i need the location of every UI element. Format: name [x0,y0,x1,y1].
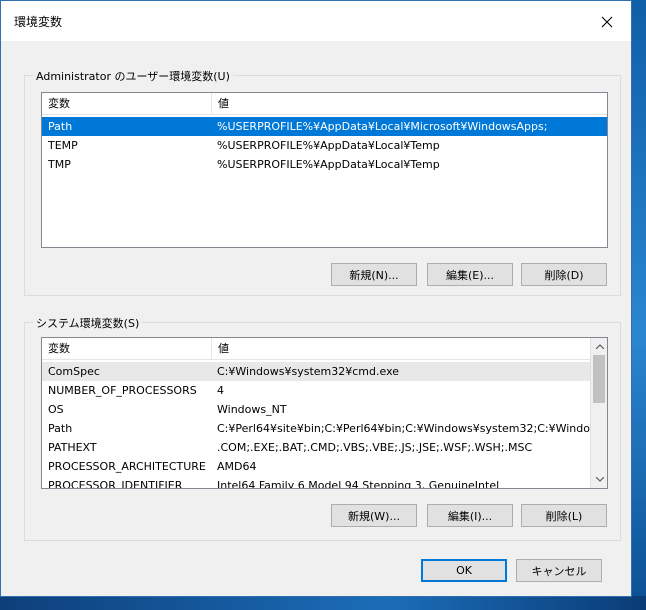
column-header-value[interactable]: 値 [212,338,607,360]
user-variable-row[interactable]: TMP %USERPROFILE%¥AppData¥Local¥Temp [42,155,607,174]
variable-name: ComSpec [48,365,100,378]
variable-value: %USERPROFILE%¥AppData¥Local¥Temp [217,139,440,152]
variable-value: 4 [217,384,224,397]
user-delete-button[interactable]: 削除(D) [521,263,607,286]
system-variable-row[interactable]: PROCESSOR_ARCHITECTURE AMD64 [42,457,591,476]
ok-button[interactable]: OK [421,559,507,582]
chevron-up-icon [595,344,604,349]
variable-name: TEMP [48,139,78,152]
variable-value: AMD64 [217,460,257,473]
system-edit-button[interactable]: 編集(I)... [427,504,513,527]
close-icon [601,16,613,28]
user-variable-row[interactable]: Path %USERPROFILE%¥AppData¥Local¥Microsof… [42,117,607,136]
user-edit-button[interactable]: 編集(E)... [427,263,513,286]
system-variable-row[interactable]: Path C:¥Perl64¥site¥bin;C:¥Perl64¥bin;C:¥… [42,419,591,438]
column-header-variable[interactable]: 変数 [42,338,212,360]
close-button[interactable] [585,7,629,37]
system-new-button[interactable]: 新規(W)... [331,504,417,527]
variable-value: %USERPROFILE%¥AppData¥Local¥Temp [217,158,440,171]
system-list-scrollbar[interactable] [590,338,607,488]
window-title: 環境変数 [14,15,63,29]
variable-name: OS [48,403,64,416]
system-variables-label: システム環境変数(S) [33,315,143,331]
scroll-down-button[interactable] [591,471,607,488]
variable-name: PROCESSOR_ARCHITECTURE [48,460,206,473]
chevron-down-icon [595,477,604,482]
variable-value: C:¥Windows¥system32¥cmd.exe [217,365,400,378]
variable-name: TMP [48,158,71,171]
variable-name: PROCESSOR_IDENTIFIER [48,479,183,489]
variable-value: .COM;.EXE;.BAT;.CMD;.VBS;.VBE;.JS;.JSE;.… [217,441,533,454]
title-bar[interactable]: 環境変数 [1,1,631,41]
variable-value: C:¥Perl64¥site¥bin;C:¥Perl64¥bin;C:¥Wind… [217,422,591,435]
system-variable-row[interactable]: PATHEXT .COM;.EXE;.BAT;.CMD;.VBS;.VBE;.JS… [42,438,591,457]
column-header-value[interactable]: 値 [212,93,607,115]
system-variable-row[interactable]: PROCESSOR_IDENTIFIER Intel64 Family 6 Mod… [42,476,591,489]
system-list-header: 変数 値 [42,338,591,360]
system-variable-row[interactable]: NUMBER_OF_PROCESSORS 4 [42,381,591,400]
variable-name: Path [48,120,73,133]
variable-name: NUMBER_OF_PROCESSORS [48,384,197,397]
user-variable-row[interactable]: TEMP %USERPROFILE%¥AppData¥Local¥Temp [42,136,607,155]
column-header-variable[interactable]: 変数 [42,93,212,115]
variable-name: PATHEXT [48,441,97,454]
desktop-background-bottom [0,596,646,610]
user-variables-label: Administrator のユーザー環境変数(U) [33,68,233,84]
system-delete-button[interactable]: 削除(L) [521,504,607,527]
scroll-up-button[interactable] [591,338,607,355]
system-variables-list[interactable]: 変数 値 ComSpec C:¥Windows¥system32¥cmd.exe N… [41,337,608,489]
scroll-thumb[interactable] [593,355,605,403]
variable-value: Windows_NT [217,403,287,416]
system-variable-row[interactable]: ComSpec C:¥Windows¥system32¥cmd.exe [42,362,591,381]
cancel-button[interactable]: キャンセル [516,559,602,582]
system-variable-row[interactable]: OS Windows_NT [42,400,591,419]
system-list-body: ComSpec C:¥Windows¥system32¥cmd.exe NUMBER… [42,362,591,489]
variable-name: Path [48,422,73,435]
user-variables-list[interactable]: 変数 値 Path %USERPROFILE%¥AppData¥Local¥Mic… [41,92,608,248]
user-list-header: 変数 値 [42,93,607,115]
variable-value: Intel64 Family 6 Model 94 Stepping 3, Ge… [217,479,500,489]
environment-variables-dialog: 環境変数 Administrator のユーザー環境変数(U) 変数 値 Pat… [0,0,632,597]
user-new-button[interactable]: 新規(N)... [331,263,417,286]
variable-value: %USERPROFILE%¥AppData¥Local¥Microsoft¥Wi… [217,120,548,133]
desktop-background [632,0,646,610]
user-list-body: Path %USERPROFILE%¥AppData¥Local¥Microsof… [42,117,607,174]
